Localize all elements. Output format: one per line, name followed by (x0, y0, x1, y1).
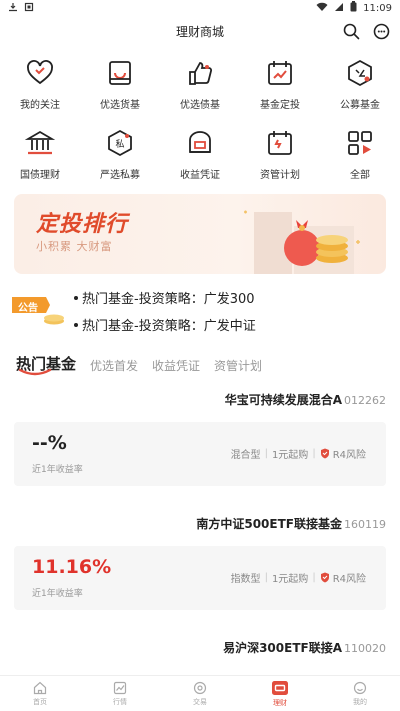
nav-label: 理财 (273, 698, 287, 707)
fund-card[interactable]: --% 近1年收益率 混合型 | 1元起购 | R4风险 (14, 422, 386, 486)
page-title: 理财商城 (175, 24, 224, 39)
nav-market[interactable]: 行情 (80, 676, 160, 711)
announcement-badge-text: 公告 (18, 303, 38, 314)
certificate-icon (185, 128, 215, 158)
card-icon (105, 58, 135, 88)
status-bar: 11:09 (0, 0, 400, 16)
fund-title[interactable]: 易沪深300ETF联接A 110020 (0, 634, 400, 662)
announcement-badge: 公告 (8, 291, 68, 331)
fund-min-purchase: 1元起购 (271, 450, 309, 461)
fund-code: 110020 (344, 642, 386, 655)
nav-label: 首页 (33, 697, 47, 706)
grid-item-certificate[interactable]: 收益凭证 (160, 122, 240, 182)
fund-code: 160119 (344, 518, 386, 531)
fund-min-purchase: 1元起购 (271, 574, 309, 585)
fund-type: 混合型 (230, 450, 261, 461)
grid-item-label: 资管计划 (260, 170, 300, 181)
fund-return-rate: 11.16% (32, 556, 112, 578)
calendar-chart-icon (265, 58, 295, 88)
notice-text: 热门基金-投资策略：广发300 (82, 292, 255, 307)
nav-profile[interactable]: 我的 (320, 676, 400, 711)
private-fund-icon: 私 (105, 128, 135, 158)
fund-name: 南方中证500ETF联接基金 (196, 517, 342, 531)
active-tab-indicator (18, 368, 52, 376)
fund-risk-level: R4风险 (332, 450, 366, 461)
fund-title[interactable]: 华宝可持续发展混合A 012262 (0, 386, 400, 414)
all-apps-icon (345, 128, 375, 158)
download-icon (8, 2, 18, 15)
fund-name: 华宝可持续发展混合A (224, 393, 342, 407)
top-bar: 理财商城 (0, 16, 400, 46)
fund-card[interactable]: 11.16% 近1年收益率 指数型 | 1元起购 | R4风险 (14, 546, 386, 610)
plan-calendar-icon (265, 128, 295, 158)
signal-icon (334, 2, 344, 15)
svg-text:私: 私 (115, 139, 124, 150)
battery-icon (350, 1, 357, 15)
thumbs-up-icon (185, 58, 215, 88)
bank-icon (24, 128, 56, 158)
home-icon (33, 681, 47, 694)
fund-return-rate: --% (32, 432, 67, 454)
public-fund-icon (345, 58, 375, 88)
grid-item-money-fund[interactable]: 优选货基 (80, 52, 160, 112)
fund-name: 易沪深300ETF联接A (223, 641, 342, 655)
grid-item-label: 全部 (350, 170, 370, 181)
grid-item-label: 严选私募 (100, 170, 140, 181)
grid-item-asset-plan[interactable]: 资管计划 (240, 122, 320, 182)
grid-item-label: 优选债基 (180, 100, 220, 111)
tab-first-issue[interactable]: 优选首发 (90, 357, 138, 374)
bottom-navigation: 首页 行情 交易 理财 我的 (0, 675, 400, 711)
notice-item[interactable]: 热门基金-投资策略：广发300 (74, 288, 256, 307)
notice-bar: 公告 热门基金-投资策略：广发300 热门基金-投资策略：广发中证 (0, 284, 400, 338)
wealth-icon (272, 680, 288, 695)
grid-item-treasury[interactable]: 国债理财 (0, 122, 80, 182)
banner-title: 定投排行 (36, 212, 129, 237)
grid-item-label: 国债理财 (20, 170, 60, 181)
quick-entry-grid: 我的关注 优选货基 优选债基 基金定投 公募基金 国债理财 私 严选私募 收益凭… (0, 46, 400, 182)
grid-item-label: 公募基金 (340, 100, 380, 111)
fund-return-label: 近1年收益率 (32, 465, 83, 475)
grid-item-label: 基金定投 (260, 100, 300, 111)
nav-trade[interactable]: 交易 (160, 676, 240, 711)
banner-subtitle: 小积累 大财富 (36, 240, 113, 253)
tab-asset-plan[interactable]: 资管计划 (214, 357, 262, 374)
money-bag-icon (284, 220, 348, 266)
fund-return-label: 近1年收益率 (32, 589, 83, 599)
grid-item-favorites[interactable]: 我的关注 (0, 52, 80, 112)
notification-icon (24, 2, 34, 15)
fund-tabs: 热门基金 优选首发 收益凭证 资管计划 (0, 344, 400, 376)
tab-certificate[interactable]: 收益凭证 (152, 357, 200, 374)
fund-code: 012262 (344, 394, 386, 407)
notice-text: 热门基金-投资策略：广发中证 (82, 319, 256, 334)
grid-item-bond-fund[interactable]: 优选债基 (160, 52, 240, 112)
grid-item-label: 收益凭证 (180, 170, 220, 181)
nav-wealth[interactable]: 理财 (240, 676, 320, 711)
risk-shield-icon (320, 448, 329, 459)
fund-risk-level: R4风险 (332, 574, 366, 585)
grid-item-label: 优选货基 (100, 100, 140, 111)
profile-icon (353, 681, 367, 694)
grid-item-label: 我的关注 (20, 100, 60, 111)
grid-item-fund-plan[interactable]: 基金定投 (240, 52, 320, 112)
nav-label: 我的 (353, 697, 367, 706)
nav-label: 交易 (193, 697, 207, 706)
grid-item-private-fund[interactable]: 私 严选私募 (80, 122, 160, 182)
announcement-icon (12, 297, 64, 325)
market-icon (113, 681, 127, 694)
wifi-icon (316, 2, 328, 15)
fund-type: 指数型 (230, 574, 261, 585)
status-time: 11:09 (363, 2, 392, 14)
grid-item-public-fund[interactable]: 公募基金 (320, 52, 400, 112)
notice-item[interactable]: 热门基金-投资策略：广发中证 (74, 315, 256, 334)
risk-shield-icon (320, 572, 329, 583)
message-icon[interactable] (372, 22, 390, 40)
nav-home[interactable]: 首页 (0, 676, 80, 711)
heart-icon (25, 58, 55, 88)
fund-title[interactable]: 南方中证500ETF联接基金 160119 (0, 510, 400, 538)
promo-banner[interactable]: 定投排行 小积累 大财富 (14, 194, 386, 274)
nav-label: 行情 (113, 697, 127, 706)
trade-icon (193, 681, 207, 694)
search-icon[interactable] (342, 22, 360, 40)
grid-item-all[interactable]: 全部 (320, 122, 400, 182)
